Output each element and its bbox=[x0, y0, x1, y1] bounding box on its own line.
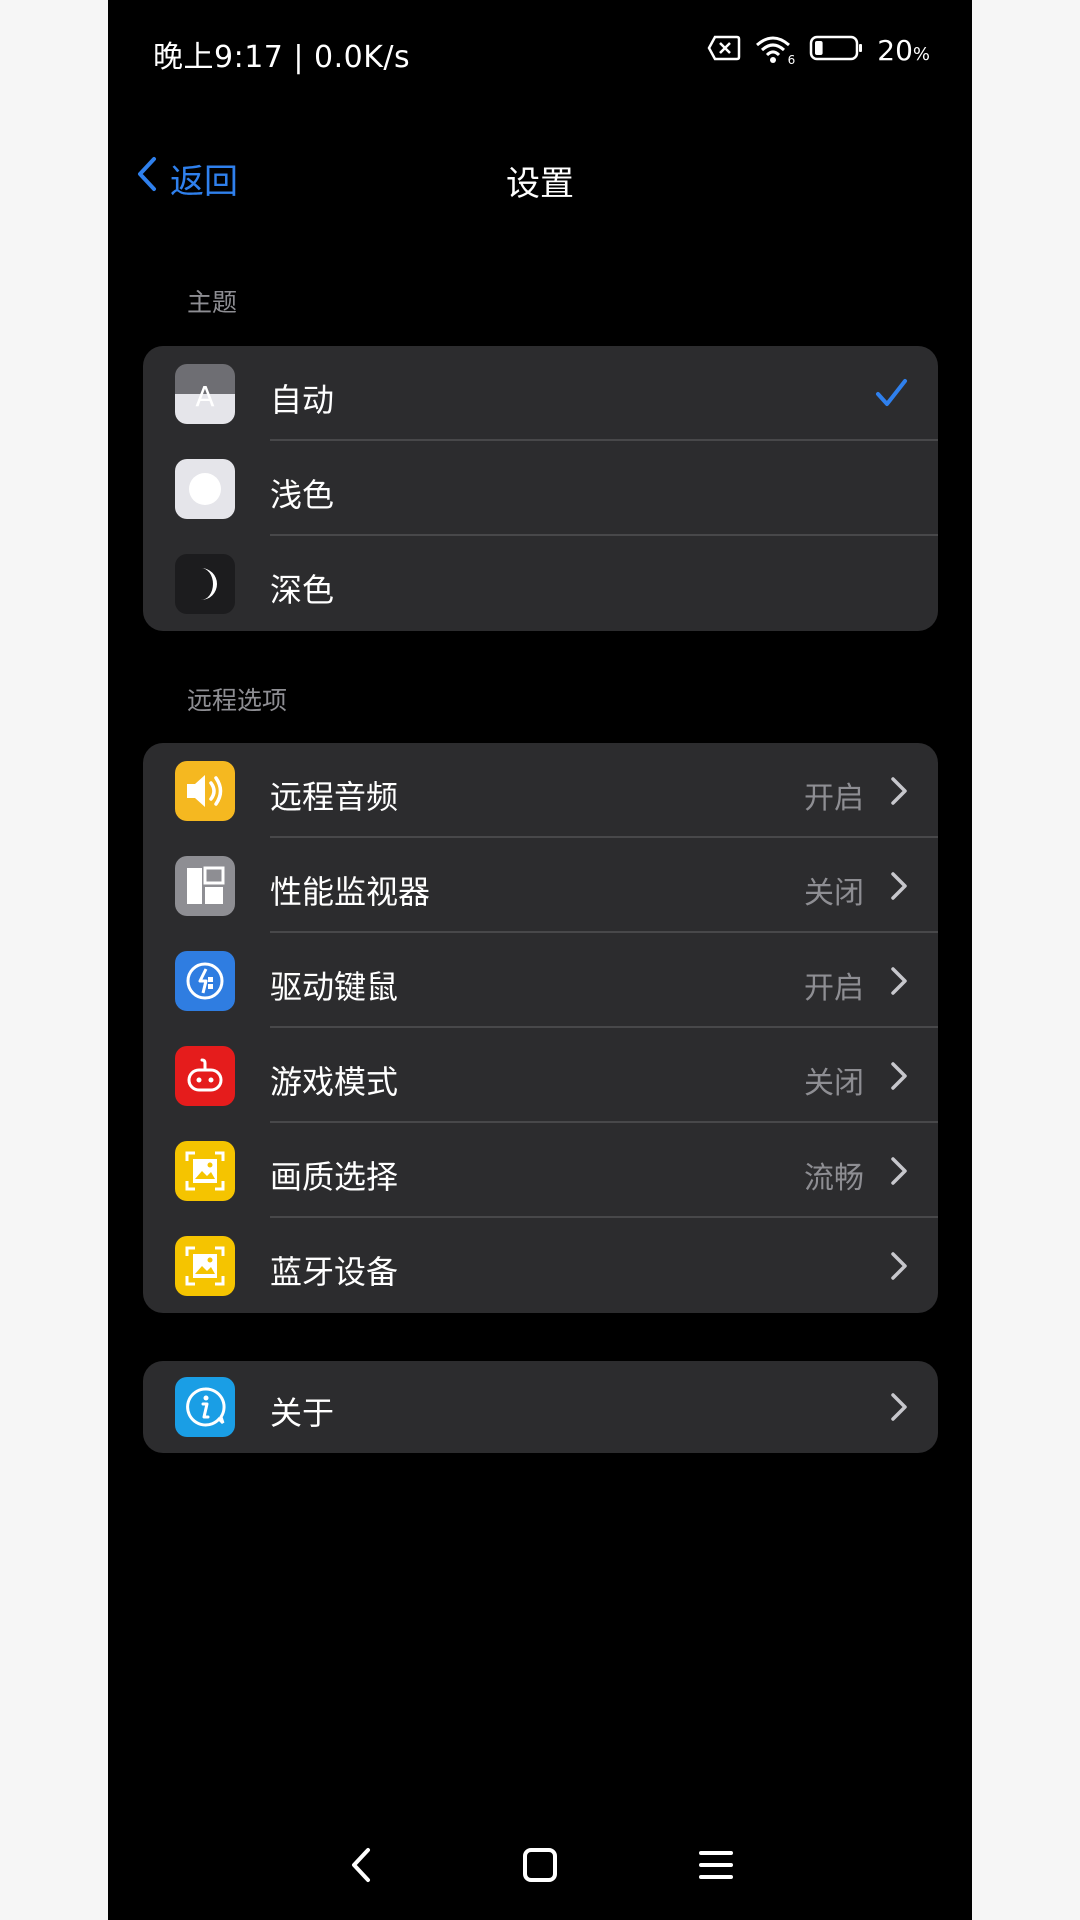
back-button[interactable]: 返回 bbox=[136, 154, 238, 203]
system-menu-button[interactable] bbox=[691, 1840, 741, 1890]
driver-keyboard-mouse-row[interactable]: 驱动键鼠 开启 bbox=[143, 933, 938, 1028]
game-mode-label: 游戏模式 bbox=[270, 1063, 399, 1101]
remote-options-group: 远程音频 开启 性能监视器 关闭 驱动键鼠 开启 游戏模式 关闭 画质选择 流畅… bbox=[143, 743, 938, 1313]
about-group: 关于 bbox=[143, 1361, 938, 1453]
status-time: 晚上9:17 | 0.0K/s bbox=[153, 40, 411, 75]
theme-option-light[interactable]: 浅色 bbox=[143, 441, 938, 536]
square-icon bbox=[515, 1848, 565, 1894]
chevron-right-icon bbox=[890, 966, 908, 996]
chevron-left-icon bbox=[136, 155, 158, 202]
status-icons: 6 20% bbox=[707, 30, 930, 70]
battery-percent-value: 20 bbox=[877, 33, 913, 67]
info-icon bbox=[175, 1377, 235, 1437]
game-mode-row[interactable]: 游戏模式 关闭 bbox=[143, 1028, 938, 1123]
quality-select-value: 流畅 bbox=[804, 1161, 864, 1196]
robot-icon bbox=[175, 1046, 235, 1106]
about-row[interactable]: 关于 bbox=[143, 1361, 938, 1453]
auto-theme-icon: A bbox=[175, 364, 235, 424]
theme-option-label: 自动 bbox=[270, 381, 335, 419]
battery-icon bbox=[809, 35, 863, 65]
moon-icon bbox=[175, 554, 235, 614]
chevron-right-icon bbox=[890, 1061, 908, 1091]
system-home-button[interactable] bbox=[515, 1840, 565, 1890]
image-icon bbox=[175, 1141, 235, 1201]
remote-audio-value: 开启 bbox=[804, 781, 864, 816]
bluetooth-devices-row[interactable]: 蓝牙设备 bbox=[143, 1218, 938, 1313]
chevron-left-icon bbox=[338, 1848, 388, 1894]
performance-monitor-value: 关闭 bbox=[804, 876, 864, 911]
sim-error-icon bbox=[707, 35, 741, 65]
status-bar: 晚上9:17 | 0.0K/s 6 20% bbox=[108, 0, 972, 100]
settings-screen: 晚上9:17 | 0.0K/s 6 20% 设置 返回 主题 A 自动 浅色 深… bbox=[108, 0, 972, 1920]
driver-icon bbox=[175, 951, 235, 1011]
performance-monitor-row[interactable]: 性能监视器 关闭 bbox=[143, 838, 938, 933]
speaker-icon bbox=[175, 761, 235, 821]
theme-group: A 自动 浅色 深色 bbox=[143, 346, 938, 631]
back-label: 返回 bbox=[170, 162, 238, 202]
driver-keyboard-mouse-value: 开启 bbox=[804, 971, 864, 1006]
theme-section-header: 主题 bbox=[187, 288, 238, 317]
quality-select-row[interactable]: 画质选择 流畅 bbox=[143, 1123, 938, 1218]
remote-audio-label: 远程音频 bbox=[270, 778, 399, 816]
chevron-right-icon bbox=[890, 776, 908, 806]
checkmark-icon bbox=[874, 376, 908, 410]
theme-option-label: 深色 bbox=[270, 571, 335, 609]
nav-bar: 设置 返回 bbox=[108, 140, 972, 212]
about-label: 关于 bbox=[270, 1394, 335, 1432]
wifi-badge: 6 bbox=[787, 53, 796, 67]
remote-section-header: 远程选项 bbox=[187, 686, 288, 715]
chevron-right-icon bbox=[890, 1156, 908, 1186]
theme-option-dark[interactable]: 深色 bbox=[143, 536, 938, 631]
theme-option-auto[interactable]: A 自动 bbox=[143, 346, 938, 441]
game-mode-value: 关闭 bbox=[804, 1066, 864, 1101]
quality-select-label: 画质选择 bbox=[270, 1158, 399, 1196]
battery-percent-unit: % bbox=[912, 43, 930, 65]
image-icon bbox=[175, 1236, 235, 1296]
remote-audio-row[interactable]: 远程音频 开启 bbox=[143, 743, 938, 838]
chevron-right-icon bbox=[890, 1251, 908, 1281]
battery-percent: 20% bbox=[877, 34, 930, 67]
menu-icon bbox=[691, 1851, 741, 1894]
chevron-right-icon bbox=[890, 871, 908, 901]
layout-icon bbox=[175, 856, 235, 916]
driver-keyboard-mouse-label: 驱动键鼠 bbox=[270, 968, 399, 1006]
chevron-right-icon bbox=[890, 1392, 908, 1422]
wifi-icon: 6 bbox=[755, 35, 796, 67]
theme-option-label: 浅色 bbox=[270, 476, 335, 514]
performance-monitor-label: 性能监视器 bbox=[270, 873, 431, 911]
light-theme-icon bbox=[175, 459, 235, 519]
system-nav-bar bbox=[108, 1830, 972, 1900]
system-back-button[interactable] bbox=[338, 1840, 388, 1890]
auto-theme-glyph: A bbox=[195, 380, 214, 413]
bluetooth-devices-label: 蓝牙设备 bbox=[270, 1253, 399, 1291]
